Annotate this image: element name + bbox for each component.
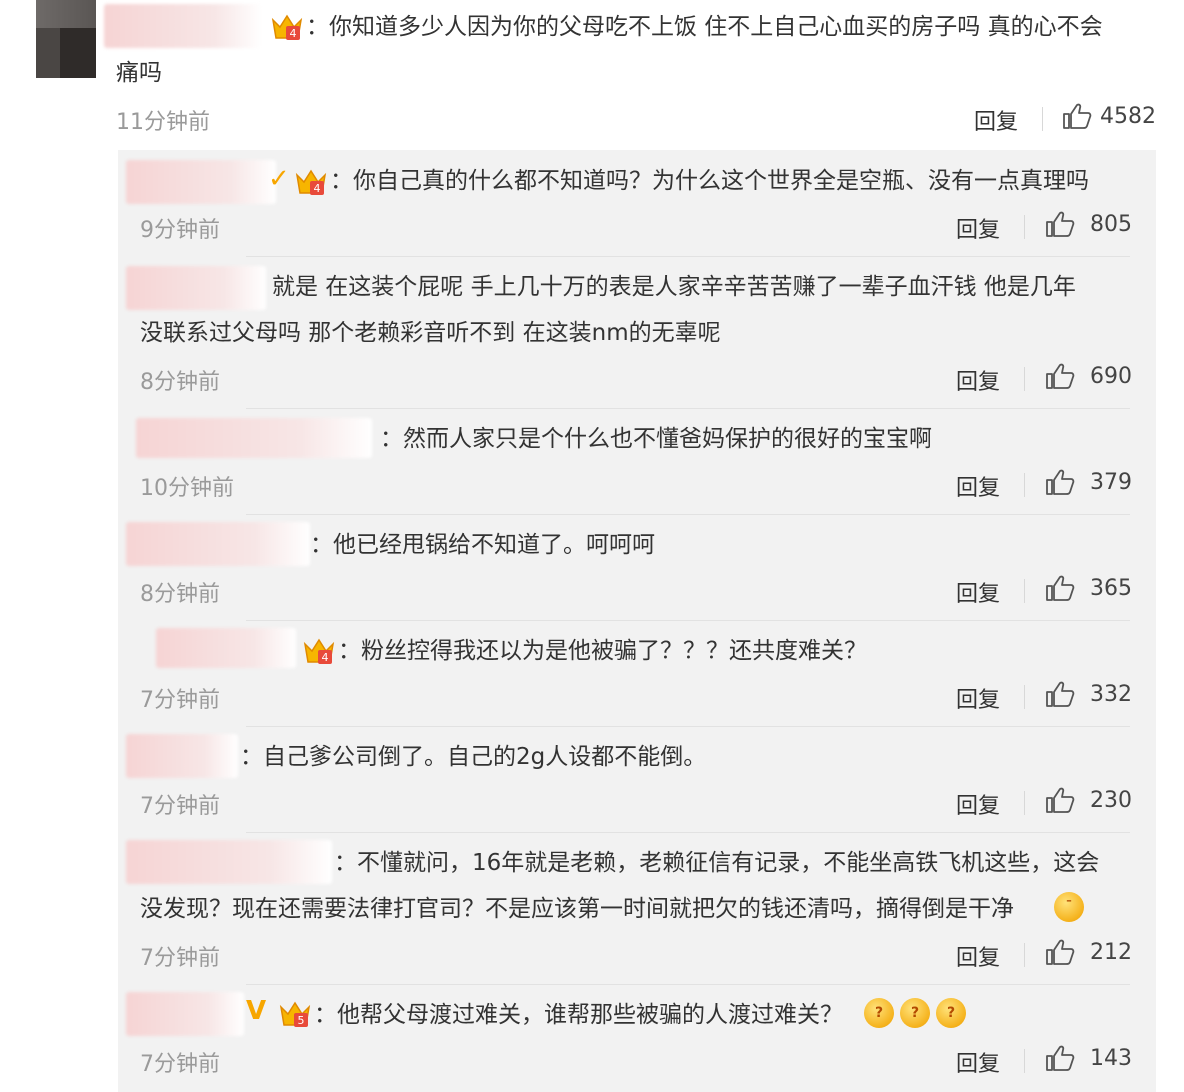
like-count: 143 xyxy=(1090,1046,1132,1071)
username-blurred[interactable] xyxy=(104,4,262,48)
confused-emoji-icon: ? xyxy=(864,998,894,1028)
reply-text: ：然而人家只是个什么也不懂爸妈保护的很好的宝宝啊 xyxy=(380,426,932,452)
confused-emoji-icon: ? xyxy=(936,998,966,1028)
username-blurred[interactable] xyxy=(126,840,332,884)
reply-text: ：你自己真的什么都不知道吗？为什么这个世界全是空瓶、没有一点真理吗 xyxy=(330,168,1089,194)
username-blurred[interactable] xyxy=(126,522,310,566)
reply-time: 9分钟前 xyxy=(140,218,220,243)
thumbs-up-icon[interactable] xyxy=(1045,786,1075,814)
avatar[interactable] xyxy=(36,0,96,78)
reply-text: ：他已经甩锅给不知道了。呵呵呵 xyxy=(310,532,655,558)
thumbs-up-icon[interactable] xyxy=(1045,362,1075,390)
reply-text: ：粉丝控得我还以为是他被骗了？？？还共度难关？ xyxy=(338,638,867,664)
reply-time: 10分钟前 xyxy=(140,476,234,501)
like-count: 332 xyxy=(1090,682,1132,707)
crown-badge-icon: 4 xyxy=(294,167,328,197)
username-blurred[interactable] xyxy=(156,628,296,668)
like-count: 212 xyxy=(1090,940,1132,965)
username-blurred[interactable] xyxy=(126,160,276,204)
divider xyxy=(246,726,1130,727)
separator xyxy=(1024,473,1025,497)
separator xyxy=(1024,367,1025,391)
reply-time: 7分钟前 xyxy=(140,688,220,713)
username-blurred[interactable] xyxy=(126,734,238,778)
svg-text:4: 4 xyxy=(322,651,329,664)
reply-text: ：自己爹公司倒了。自己的2g人设都不能倒。 xyxy=(240,744,707,770)
comment-text: ：你知道多少人因为你的父母吃不上饭 住不上自己心血买的房子吗 真的心不会 xyxy=(306,14,1103,40)
reply-text: ：不懂就问，16年就是老赖，老赖征信有记录，不能坐高铁飞机这些，这会 xyxy=(334,850,1100,876)
reply-text: ：他帮父母渡过难关，谁帮那些被骗的人渡过难关？ xyxy=(314,1002,843,1028)
reply-button[interactable]: 回复 xyxy=(956,1046,1000,1078)
divider xyxy=(246,620,1130,621)
crown-badge-icon: 4 xyxy=(270,12,304,42)
username-blurred[interactable] xyxy=(136,418,372,458)
separator xyxy=(1024,579,1025,603)
like-count: 4582 xyxy=(1100,104,1156,129)
reply-text-cont: 没联系过父母吗 那个老赖彩音听不到 在这装nm的无辜呢 xyxy=(140,320,721,346)
reply-button[interactable]: 回复 xyxy=(956,470,1000,502)
like-count: 230 xyxy=(1090,788,1132,813)
reply-time: 7分钟前 xyxy=(140,794,220,819)
reply-button[interactable]: 回复 xyxy=(974,104,1018,136)
separator xyxy=(1024,685,1025,709)
thumbs-up-icon[interactable] xyxy=(1045,680,1075,708)
comment-time: 11分钟前 xyxy=(116,110,210,135)
crown-badge-icon: 4 xyxy=(302,636,336,666)
username-blurred[interactable] xyxy=(126,266,266,310)
reply-text: 就是 在这装个屁呢 手上几十万的表是人家辛辛苦苦赚了一辈子血汗钱 他是几年 xyxy=(272,274,1076,300)
divider xyxy=(246,514,1130,515)
confused-emoji-icon: ? xyxy=(900,998,930,1028)
separator xyxy=(1024,791,1025,815)
reply-time: 8分钟前 xyxy=(140,582,220,607)
like-count: 365 xyxy=(1090,576,1132,601)
thumbs-up-icon[interactable] xyxy=(1045,574,1075,602)
divider xyxy=(246,408,1130,409)
v-verified-icon: ✓ xyxy=(268,164,290,194)
like-count: 690 xyxy=(1090,364,1132,389)
reply-time: 7分钟前 xyxy=(140,946,220,971)
comment-text-cont: 痛吗 xyxy=(116,60,162,86)
username-blurred[interactable] xyxy=(126,992,244,1036)
separator xyxy=(1042,107,1043,131)
reply-time: 7分钟前 xyxy=(140,1052,220,1077)
reply-button[interactable]: 回复 xyxy=(956,788,1000,820)
separator xyxy=(1024,1049,1025,1073)
divider xyxy=(246,256,1130,257)
reply-button[interactable]: 回复 xyxy=(956,364,1000,396)
reply-button[interactable]: 回复 xyxy=(956,682,1000,714)
like-count: 805 xyxy=(1090,212,1132,237)
separator xyxy=(1024,943,1025,967)
thumbs-up-icon[interactable] xyxy=(1062,102,1092,130)
divider xyxy=(246,832,1130,833)
svg-text:5: 5 xyxy=(298,1014,305,1027)
reply-button[interactable]: 回复 xyxy=(956,940,1000,972)
reply-time: 8分钟前 xyxy=(140,370,220,395)
v-verified-icon: V xyxy=(246,996,267,1026)
shrug-emoji-icon: ¯ xyxy=(1054,892,1084,922)
reply-button[interactable]: 回复 xyxy=(956,576,1000,608)
svg-text:4: 4 xyxy=(290,27,297,40)
like-count: 379 xyxy=(1090,470,1132,495)
thumbs-up-icon[interactable] xyxy=(1045,938,1075,966)
thumbs-up-icon[interactable] xyxy=(1045,1044,1075,1072)
separator xyxy=(1024,215,1025,239)
crown-badge-icon: 5 xyxy=(278,999,312,1029)
thumbs-up-icon[interactable] xyxy=(1045,468,1075,496)
thumbs-up-icon[interactable] xyxy=(1045,210,1075,238)
divider xyxy=(246,984,1130,985)
reply-button[interactable]: 回复 xyxy=(956,212,1000,244)
reply-text-cont: 没发现？现在还需要法律打官司？不是应该第一时间就把欠的钱还清吗，摘得倒是干净 xyxy=(140,896,1014,922)
svg-text:4: 4 xyxy=(314,182,321,195)
